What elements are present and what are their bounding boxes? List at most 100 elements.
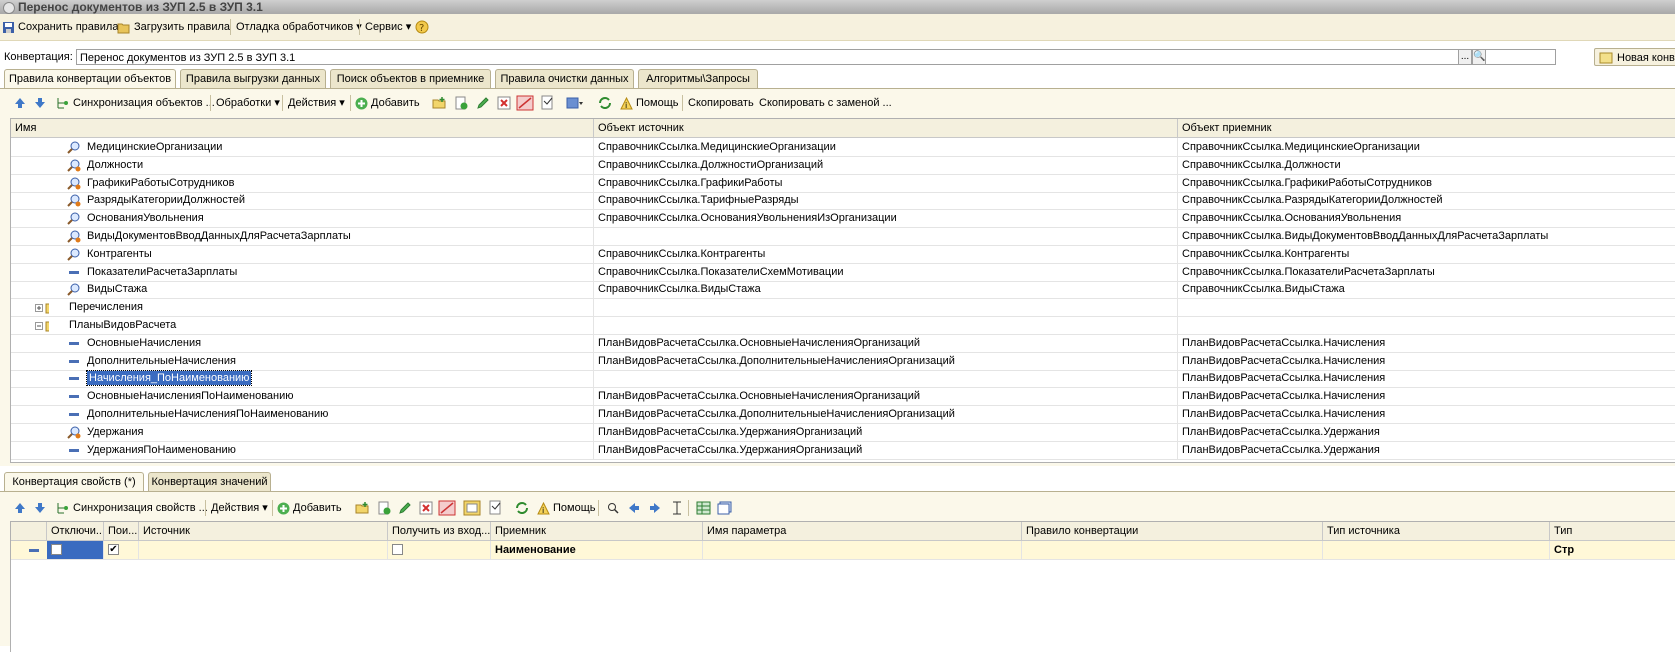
- cell-get-from-input[interactable]: [388, 541, 491, 559]
- cell-source[interactable]: [139, 541, 388, 559]
- cell-target-object[interactable]: СправочникСсылка.Должности: [1178, 156, 1675, 174]
- column-source-object[interactable]: Объект источник: [594, 119, 1178, 137]
- table-row[interactable]: ✔ Наименование Стр: [11, 541, 1675, 560]
- column-source-type[interactable]: Тип источника: [1323, 522, 1550, 540]
- column-source[interactable]: Источник: [139, 522, 388, 540]
- help-button[interactable]: i Помощь: [537, 497, 596, 519]
- mark-delete-icon[interactable]: [516, 95, 534, 111]
- cell-target-object[interactable]: СправочникСсылка.РазрядыКатегорииДолжнос…: [1178, 191, 1675, 209]
- table-row[interactable]: ПоказателиРасчетаЗарплаты СправочникСсылк…: [11, 262, 1675, 282]
- cell-target-object[interactable]: СправочникСсылка.ВидыСтажа: [1178, 280, 1675, 298]
- cell-name[interactable]: МедицинскиеОрганизации: [11, 138, 594, 156]
- sync-objects-button[interactable]: Синхронизация объектов ...: [56, 92, 215, 114]
- cell-name[interactable]: ВидыСтажа: [11, 280, 594, 299]
- table-row[interactable]: Контрагенты СправочникСсылка.Контрагенты С…: [11, 244, 1675, 264]
- table-row[interactable]: ПланыВидовРасчета: [11, 316, 1675, 335]
- table-green-icon[interactable]: [696, 501, 711, 515]
- cell-name[interactable]: РазрядыКатегорииДолжностей: [11, 191, 594, 210]
- cell-source-object[interactable]: СправочникСсылка.Контрагенты: [594, 244, 1178, 263]
- cell-source-object[interactable]: СправочникСсылка.МедицинскиеОрганизации: [594, 138, 1178, 156]
- cell-name[interactable]: Перечисления: [11, 298, 594, 317]
- table-row[interactable]: ДополнительныеНачисления ПланВидовРасчета…: [11, 351, 1675, 371]
- cell-name[interactable]: ВидыДокументовВводДанныхДляРасчетаЗарпла…: [11, 227, 594, 245]
- delete-icon[interactable]: [419, 501, 433, 515]
- cell-name[interactable]: ОснованияУвольнения: [11, 209, 594, 228]
- arrow-right-icon[interactable]: [649, 502, 661, 514]
- cell-source-object[interactable]: СправочникСсылка.ДолжностиОрганизаций: [594, 155, 1178, 174]
- table-blue-icon[interactable]: [717, 501, 732, 515]
- table-row[interactable]: ОснованияУвольнения СправочникСсылка.Осно…: [11, 209, 1675, 229]
- table-row[interactable]: ВидыДокументовВводДанныхДляРасчетаЗарпла…: [11, 227, 1675, 246]
- mark-delete-icon[interactable]: [438, 500, 456, 516]
- service-menu[interactable]: Сервис ▾: [365, 14, 411, 40]
- module-menu-icon[interactable]: [566, 96, 584, 110]
- cell-target-object[interactable]: ПланВидовРасчетаСсылка.Удержания: [1178, 441, 1675, 459]
- table-row[interactable]: Удержания ПланВидовРасчетаСсылка.Удержани…: [11, 422, 1675, 442]
- table-row[interactable]: МедицинскиеОрганизации СправочникСсылка.М…: [11, 138, 1675, 157]
- add-copy-icon[interactable]: [377, 501, 391, 515]
- cell-source-object[interactable]: ПланВидовРасчетаСсылка.ДополнительныеНач…: [594, 405, 1178, 423]
- column-disabled[interactable]: Отключи...: [47, 522, 104, 540]
- cell-target[interactable]: Наименование: [491, 541, 703, 559]
- cell-source-object[interactable]: СправочникСсылка.ГрафикиРаботы: [594, 173, 1178, 192]
- table-row[interactable]: ВидыСтажа СправочникСсылка.ВидыСтажа Справ…: [11, 280, 1675, 300]
- arrow-up-icon[interactable]: [14, 97, 26, 109]
- column-type[interactable]: Тип: [1550, 522, 1675, 540]
- cell-name[interactable]: ДополнительныеНачисленияПоНаименованию: [11, 405, 594, 423]
- cell-name[interactable]: УдержанияПоНаименованию: [11, 440, 594, 459]
- table-row[interactable]: Должности СправочникСсылка.ДолжностиОрган…: [11, 155, 1675, 175]
- disabled-checkbox[interactable]: [51, 544, 62, 555]
- table-row[interactable]: РазрядыКатегорииДолжностей СправочникСсыл…: [11, 191, 1675, 211]
- cell-search[interactable]: ✔: [104, 541, 139, 559]
- processing-menu[interactable]: Обработки ▾: [216, 92, 280, 114]
- add-button[interactable]: Добавить: [277, 497, 342, 519]
- cell-target-object[interactable]: ПланВидовРасчетаСсылка.Начисления: [1178, 387, 1675, 405]
- cell-target-object[interactable]: СправочникСсылка.Контрагенты: [1178, 245, 1675, 263]
- cell-target-object[interactable]: СправочникСсылка.МедицинскиеОрганизации: [1178, 138, 1675, 156]
- actions-menu[interactable]: Действия ▾: [288, 92, 345, 114]
- cell-conversion-rule[interactable]: [1022, 541, 1323, 559]
- cell-target-object[interactable]: ПланВидовРасчетаСсылка.Начисления: [1178, 334, 1675, 352]
- column-search[interactable]: Пои...: [104, 522, 139, 540]
- cell-name[interactable]: ДополнительныеНачисления: [11, 351, 594, 370]
- tab-values-conversion[interactable]: Конвертация значений: [148, 472, 271, 491]
- tab-data-cleanup-rules[interactable]: Правила очистки данных: [495, 69, 634, 88]
- cell-name[interactable]: ОсновныеНачисления: [11, 333, 594, 352]
- arrow-down-icon[interactable]: [34, 97, 46, 109]
- find-icon[interactable]: [607, 502, 619, 514]
- cell-param-name[interactable]: [703, 541, 1022, 559]
- tab-object-conversion-rules[interactable]: Правила конвертации объектов: [4, 69, 176, 89]
- table-row[interactable]: УдержанияПоНаименованию ПланВидовРасчетаС…: [11, 440, 1675, 460]
- table-row[interactable]: Начисления_ПоНаименованию ПланВидовРасчет…: [11, 369, 1675, 389]
- refresh-icon[interactable]: [515, 501, 529, 515]
- cell-source-object[interactable]: ПланВидовРасчетаСсылка.ОсновныеНачислени…: [594, 387, 1178, 406]
- column-target-object[interactable]: Объект приемник: [1178, 119, 1675, 137]
- table-row[interactable]: ОсновныеНачисления ПланВидовРасчетаСсылка…: [11, 333, 1675, 353]
- add-button[interactable]: Добавить: [355, 92, 420, 114]
- cell-disabled[interactable]: [47, 541, 104, 559]
- cell-source-type[interactable]: [1323, 541, 1550, 559]
- column-conversion-rule[interactable]: Правило конвертации: [1022, 522, 1323, 540]
- help-button[interactable]: i Помощь: [620, 92, 679, 114]
- copy-button[interactable]: Скопировать: [688, 92, 754, 114]
- cell-source-object[interactable]: ПланВидовРасчетаСсылка.УдержанияОрганиза…: [594, 422, 1178, 441]
- cell-source-object[interactable]: [594, 227, 1178, 245]
- cell-type[interactable]: Стр: [1550, 541, 1675, 559]
- delete-icon[interactable]: [497, 96, 511, 110]
- column-name[interactable]: Имя: [11, 119, 594, 137]
- cell-source-object[interactable]: СправочникСсылка.ТарифныеРазряды: [594, 191, 1178, 210]
- table-row[interactable]: Перечисления: [11, 298, 1675, 318]
- cell-target-object[interactable]: СправочникСсылка.ПоказателиРасчетаЗарпла…: [1178, 263, 1675, 281]
- refresh-icon[interactable]: [598, 96, 612, 110]
- cell-source-object[interactable]: ПланВидовРасчетаСсылка.УдержанияОрганиза…: [594, 440, 1178, 459]
- sort-icon[interactable]: [671, 501, 683, 515]
- cell-name[interactable]: ПоказателиРасчетаЗарплаты: [11, 262, 594, 281]
- add-folder-icon[interactable]: [355, 501, 369, 515]
- tab-data-export-rules[interactable]: Правила выгрузки данных: [180, 69, 326, 88]
- copy-replace-button[interactable]: Скопировать с заменой ...: [759, 92, 892, 114]
- help-button[interactable]: ?: [415, 14, 432, 40]
- cell-target-object[interactable]: [1178, 298, 1675, 316]
- cell-name[interactable]: Должности: [11, 155, 594, 174]
- load-rules-button[interactable]: Загрузить правила: [117, 14, 230, 40]
- group-icon[interactable]: [463, 500, 481, 516]
